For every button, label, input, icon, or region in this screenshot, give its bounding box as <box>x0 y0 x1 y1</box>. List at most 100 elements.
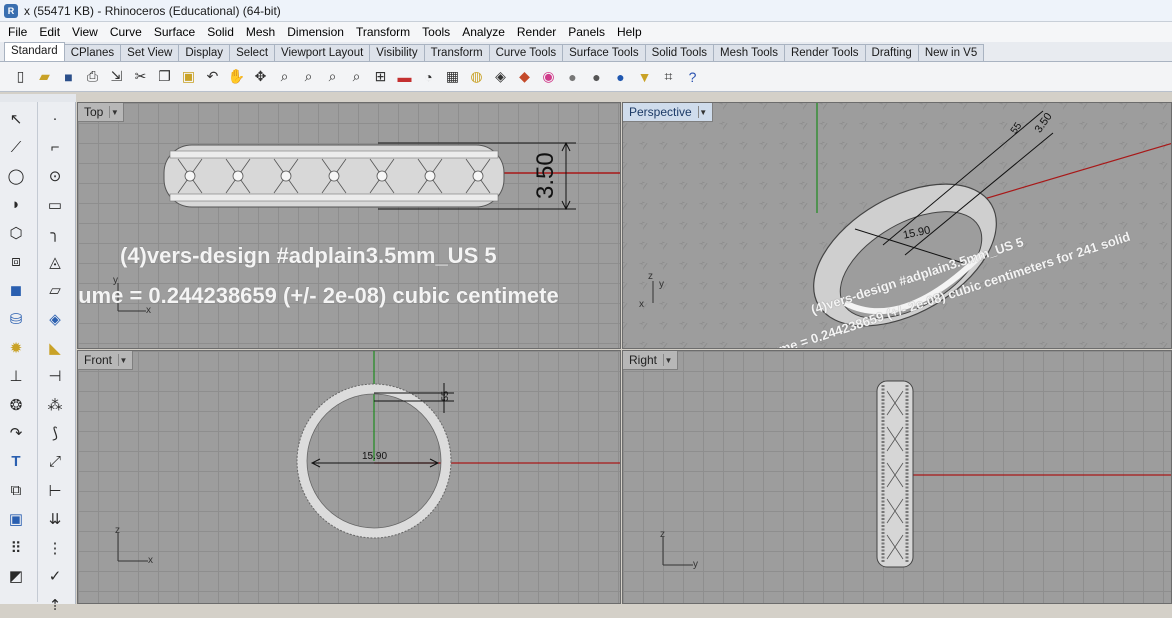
text-icon[interactable]: T <box>3 449 29 475</box>
print-icon[interactable]: ⎙ <box>82 66 103 87</box>
rotate-view-icon[interactable]: ✥ <box>250 66 271 87</box>
dimension-icon[interactable]: ⊢ <box>42 478 68 504</box>
tab-drafting[interactable]: Drafting <box>864 44 919 61</box>
viewport-label-right[interactable]: Right ▼ <box>623 351 679 370</box>
surface-from-curves-icon[interactable]: ⧈ <box>3 249 29 275</box>
menu-render[interactable]: Render <box>511 22 562 42</box>
curve-from-object-icon[interactable]: ↷ <box>3 421 29 447</box>
viewport-front[interactable]: 15.90 55 z x Front ▼ <box>77 350 621 604</box>
zoom-window-icon[interactable]: ⌕ <box>298 66 319 87</box>
blue-sphere-icon[interactable]: ● <box>610 66 631 87</box>
menu-view[interactable]: View <box>66 22 104 42</box>
tab-cplanes[interactable]: CPlanes <box>63 44 122 61</box>
rhino-app-icon[interactable]: R <box>4 3 18 18</box>
menu-help[interactable]: Help <box>611 22 648 42</box>
sphere-group-icon[interactable]: ❂ <box>3 392 29 418</box>
grid-array-icon[interactable]: ⠿ <box>3 535 29 561</box>
menu-dimension[interactable]: Dimension <box>281 22 350 42</box>
lightbulb-icon[interactable]: ◍ <box>466 66 487 87</box>
tab-visibility[interactable]: Visibility <box>369 44 425 61</box>
array-icon[interactable]: ⧉ <box>3 478 29 504</box>
plane-surface-icon[interactable]: ▱ <box>42 278 68 304</box>
menu-transform[interactable]: Transform <box>350 22 416 42</box>
paste-icon[interactable]: ▣ <box>178 66 199 87</box>
layers-icon[interactable]: ◆ <box>514 66 535 87</box>
camera-icon[interactable]: ◔ <box>418 66 439 87</box>
menu-panels[interactable]: Panels <box>562 22 611 42</box>
menu-curve[interactable]: Curve <box>104 22 148 42</box>
tab-viewport-layout[interactable]: Viewport Layout <box>274 44 371 61</box>
viewport-label-top[interactable]: Top ▼ <box>78 103 125 122</box>
tab-render-tools[interactable]: Render Tools <box>783 44 866 61</box>
menu-analyze[interactable]: Analyze <box>456 22 511 42</box>
viewport-label-front[interactable]: Front ▼ <box>78 351 134 370</box>
zoom-extents-icon[interactable]: ⌕ <box>322 66 343 87</box>
zoom-selected-icon[interactable]: ⌕ <box>346 66 367 87</box>
chevron-down-icon[interactable]: ▼ <box>109 106 119 118</box>
tab-standard[interactable]: Standard <box>4 42 65 61</box>
scale-icon[interactable]: ⤢ <box>42 449 68 475</box>
rendered-sphere-icon[interactable]: ● <box>586 66 607 87</box>
offset-curve-icon[interactable]: ⟆ <box>42 421 68 447</box>
color-wheel-icon[interactable]: ◉ <box>538 66 559 87</box>
split-icon[interactable]: ⊣ <box>42 363 68 389</box>
viewport-right[interactable]: z y Right ▼ <box>622 350 1172 604</box>
tab-mesh-tools[interactable]: Mesh Tools <box>713 44 785 61</box>
tab-set-view[interactable]: Set View <box>120 44 180 61</box>
tab-display[interactable]: Display <box>178 44 231 61</box>
new-icon[interactable]: ▯ <box>10 66 31 87</box>
circle-icon[interactable]: ◯ <box>3 163 29 189</box>
shaded-sphere-icon[interactable]: ● <box>562 66 583 87</box>
analyze-icon[interactable]: ⋮ <box>42 535 68 561</box>
move-icon[interactable]: ⇡ <box>42 592 68 618</box>
rectangle-icon[interactable]: ▭ <box>42 192 68 218</box>
help-icon[interactable]: ? <box>682 66 703 87</box>
select-arrow-icon[interactable]: ↖ <box>3 106 29 132</box>
arc-icon[interactable]: ◗ <box>3 192 29 218</box>
sphere-cluster-icon[interactable]: ⁂ <box>42 392 68 418</box>
chevron-down-icon[interactable]: ▼ <box>118 354 128 366</box>
loft-icon[interactable]: ◬ <box>42 249 68 275</box>
toolbar-grip[interactable] <box>0 94 76 102</box>
menu-solid[interactable]: Solid <box>201 22 240 42</box>
grid-icon[interactable]: ▦ <box>442 66 463 87</box>
polygon-icon[interactable]: ⬡ <box>3 220 29 246</box>
fillet-edge-icon[interactable]: ⊥ <box>3 363 29 389</box>
tab-solid-tools[interactable]: Solid Tools <box>644 44 714 61</box>
check-icon[interactable]: ✓ <box>42 564 68 590</box>
chevron-down-icon[interactable]: ▼ <box>697 106 708 118</box>
paint-icon[interactable]: ◩ <box>3 564 29 590</box>
menu-tools[interactable]: Tools <box>416 22 456 42</box>
tab-surface-tools[interactable]: Surface Tools <box>562 44 646 61</box>
menu-edit[interactable]: Edit <box>33 22 66 42</box>
solid-edit-icon[interactable]: ◈ <box>42 306 68 332</box>
point-icon[interactable]: · <box>42 106 68 132</box>
zoom-icon[interactable]: ⌕ <box>274 66 295 87</box>
sweep-icon[interactable]: ◣ <box>42 335 68 361</box>
polyline-icon[interactable]: ⟋ <box>3 135 29 161</box>
viewport-label-perspective[interactable]: Perspective ▼ <box>623 103 713 122</box>
tab-new-in-v5[interactable]: New in V5 <box>917 44 985 61</box>
viewport-top[interactable]: 3.50 (4)vers-design #adplain3.5mm_US 5 l… <box>77 102 621 349</box>
four-views-icon[interactable]: ⊞ <box>370 66 391 87</box>
import-icon[interactable]: ⇲ <box>106 66 127 87</box>
select-filter-icon[interactable]: ▼ <box>634 66 655 87</box>
menu-file[interactable]: File <box>2 22 33 42</box>
tag-icon[interactable]: ◈ <box>490 66 511 87</box>
boolean-icon[interactable]: ✹ <box>3 335 29 361</box>
fillet-curve-icon[interactable]: ╮ <box>42 220 68 246</box>
copy-icon[interactable]: ❐ <box>154 66 175 87</box>
circle-center-icon[interactable]: ⊙ <box>42 163 68 189</box>
cut-icon[interactable]: ✂ <box>130 66 151 87</box>
viewport-perspective[interactable]: 15.90 55 3.50 (4)vers-design #adplain3.5… <box>622 102 1172 349</box>
gumball-icon[interactable]: ⌗ <box>658 66 679 87</box>
car-icon[interactable]: ▬ <box>394 66 415 87</box>
menu-surface[interactable]: Surface <box>148 22 201 42</box>
save-icon[interactable]: ■ <box>58 66 79 87</box>
snap-icon[interactable]: ⇊ <box>42 506 68 532</box>
tab-select[interactable]: Select <box>229 44 276 61</box>
tab-transform[interactable]: Transform <box>423 44 490 61</box>
menu-mesh[interactable]: Mesh <box>240 22 281 42</box>
box-icon[interactable]: ◼ <box>3 278 29 304</box>
open-icon[interactable]: ▰ <box>34 66 55 87</box>
